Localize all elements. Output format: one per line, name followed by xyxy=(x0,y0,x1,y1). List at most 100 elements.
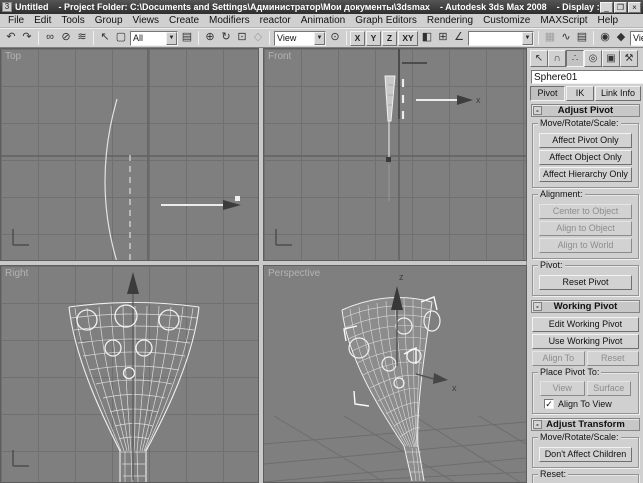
viewport-top-label[interactable]: Top xyxy=(5,51,21,62)
named-selection-sets-dropdown[interactable]: ▼ xyxy=(468,30,534,46)
surface-button[interactable]: Surface xyxy=(586,381,631,396)
select-object-icon[interactable]: ↖ xyxy=(97,30,113,46)
affect-object-only-button[interactable]: Affect Object Only xyxy=(538,150,633,165)
funnel-surface[interactable] xyxy=(342,297,432,482)
display-tab-icon[interactable]: ▣ xyxy=(602,50,620,67)
working-pivot-rollout-header[interactable]: - Working Pivot xyxy=(531,300,640,313)
menu-rendering[interactable]: Rendering xyxy=(422,15,478,26)
rectangular-selection-region-icon[interactable]: ▢ xyxy=(113,30,129,46)
menu-graph-editors[interactable]: Graph Editors xyxy=(350,15,422,26)
reset-button[interactable]: Reset xyxy=(586,351,639,366)
unlink-selection-icon[interactable]: ⊘ xyxy=(58,30,74,46)
move-gizmo-arrowhead[interactable] xyxy=(457,95,473,105)
move-gizmo-x-arrow[interactable] xyxy=(433,373,448,384)
affect-hierarchy-only-button[interactable]: Affect Hierarchy Only xyxy=(538,167,633,182)
use-working-pivot-button[interactable]: Use Working Pivot xyxy=(532,334,639,349)
mirror-icon[interactable]: ◧ xyxy=(419,30,435,46)
rollout-title: Adjust Transform xyxy=(546,419,625,430)
menu-tools[interactable]: Tools xyxy=(56,15,89,26)
align-to-world-button[interactable]: Align to World xyxy=(538,238,633,253)
menu-customize[interactable]: Customize xyxy=(478,15,535,26)
motion-tab-icon[interactable]: ◎ xyxy=(584,50,602,67)
reference-coordinate-system-dropdown[interactable]: View ▼ xyxy=(274,30,326,46)
axis-z-button[interactable]: Z xyxy=(382,30,397,46)
bind-to-space-warp-icon[interactable]: ≋ xyxy=(74,30,90,46)
menu-create[interactable]: Create xyxy=(164,15,204,26)
align-to-view-button[interactable]: Align To View xyxy=(532,351,585,376)
move-gizmo-arrowhead[interactable] xyxy=(223,200,241,210)
viewport-front[interactable]: Front x xyxy=(263,48,527,261)
menu-views[interactable]: Views xyxy=(128,15,165,26)
center-to-object-button[interactable]: Center to Object xyxy=(538,204,633,219)
viewport-perspective[interactable]: Perspective z x xyxy=(263,265,527,483)
menu-maxscript[interactable]: MAXScript xyxy=(535,15,592,26)
sphere-edge-on-mesh[interactable] xyxy=(384,75,396,122)
create-tab-icon[interactable]: ↖ xyxy=(530,50,548,67)
use-pivot-center-icon[interactable]: ⊙ xyxy=(327,30,343,46)
utilities-tab-icon[interactable]: ⚒ xyxy=(620,50,638,67)
viewport-perspective-label[interactable]: Perspective xyxy=(268,268,320,279)
restore-button[interactable]: ❐ xyxy=(614,1,627,13)
menu-help[interactable]: Help xyxy=(593,15,624,26)
select-and-manipulate-icon[interactable]: ◇ xyxy=(250,30,266,46)
redo-icon[interactable]: ↷ xyxy=(19,30,35,46)
viewport-right-label[interactable]: Right xyxy=(5,268,28,279)
axis-y-button[interactable]: Y xyxy=(366,30,381,46)
object-name-input[interactable] xyxy=(531,70,643,84)
dont-affect-children-button[interactable]: Don't Affect Children xyxy=(538,447,633,462)
adjust-transform-rollout-header[interactable]: - Adjust Transform xyxy=(531,418,640,431)
material-editor-icon[interactable]: ◉ xyxy=(597,30,613,46)
ik-mode-button[interactable]: IK xyxy=(566,86,594,101)
viewport-right[interactable]: Right xyxy=(0,265,259,483)
select-by-name-icon[interactable]: ▤ xyxy=(179,30,195,46)
funnel-mesh-wireframe[interactable] xyxy=(70,305,198,482)
axis-xy-button[interactable]: XY xyxy=(398,30,418,46)
viewport-top-canvas[interactable] xyxy=(1,49,258,260)
collapse-icon[interactable]: - xyxy=(533,420,542,429)
menu-reactor[interactable]: reactor xyxy=(255,15,296,26)
select-and-link-icon[interactable]: ∞ xyxy=(42,30,58,46)
curve-editor-icon[interactable]: ∿ xyxy=(558,30,574,46)
viewport-front-label[interactable]: Front xyxy=(268,51,291,62)
render-type-dropdown[interactable]: View ▼ xyxy=(630,30,643,46)
up-arrow-gizmo[interactable] xyxy=(127,272,139,294)
chevron-down-icon: ▼ xyxy=(166,31,177,45)
close-button[interactable]: × xyxy=(628,1,641,13)
viewport-right-canvas[interactable] xyxy=(1,266,258,482)
align-to-object-button[interactable]: Align to Object xyxy=(538,221,633,236)
affect-pivot-only-button[interactable]: Affect Pivot Only xyxy=(538,133,633,148)
collapse-icon[interactable]: - xyxy=(533,302,542,311)
view-button[interactable]: View xyxy=(540,381,585,396)
snaps-toggle-icon[interactable]: ∠ xyxy=(451,30,467,46)
selection-filter-dropdown[interactable]: All ▼ xyxy=(130,30,178,46)
select-and-rotate-icon[interactable]: ↻ xyxy=(218,30,234,46)
minimize-button[interactable]: _ xyxy=(600,1,613,13)
schematic-view-icon[interactable]: ▤ xyxy=(574,30,590,46)
render-setup-icon[interactable]: ◆ xyxy=(613,30,629,46)
adjust-pivot-rollout-header[interactable]: - Adjust Pivot xyxy=(531,104,640,117)
hierarchy-tab-icon[interactable]: ∴ xyxy=(566,50,584,67)
layer-manager-icon[interactable]: ▦ xyxy=(542,30,558,46)
menu-group[interactable]: Group xyxy=(90,15,128,26)
viewport-top[interactable]: Top xyxy=(0,48,259,261)
menu-animation[interactable]: Animation xyxy=(296,15,350,26)
link-info-mode-button[interactable]: Link Info xyxy=(595,86,641,101)
align-to-view-checkbox[interactable]: ✓ xyxy=(544,399,554,409)
align-icon[interactable]: ⊞ xyxy=(435,30,451,46)
axis-x-button[interactable]: X xyxy=(350,30,365,46)
undo-icon[interactable]: ↶ xyxy=(3,30,19,46)
pivot-mode-button[interactable]: Pivot xyxy=(530,86,565,101)
viewport-perspective-canvas[interactable]: z x xyxy=(264,266,526,482)
select-and-scale-icon[interactable]: ⊡ xyxy=(234,30,250,46)
modify-tab-icon[interactable]: ∩ xyxy=(548,50,566,67)
menu-edit[interactable]: Edit xyxy=(29,15,56,26)
viewport-front-canvas[interactable]: x xyxy=(264,49,526,260)
collapse-icon[interactable]: - xyxy=(533,106,542,115)
select-and-move-icon[interactable]: ⊕ xyxy=(202,30,218,46)
gizmo-handle[interactable] xyxy=(235,196,240,201)
axis-label-x: x xyxy=(476,95,481,105)
menu-modifiers[interactable]: Modifiers xyxy=(204,15,255,26)
reset-pivot-button[interactable]: Reset Pivot xyxy=(538,275,633,290)
edit-working-pivot-button[interactable]: Edit Working Pivot xyxy=(532,317,639,332)
menu-file[interactable]: File xyxy=(3,15,29,26)
